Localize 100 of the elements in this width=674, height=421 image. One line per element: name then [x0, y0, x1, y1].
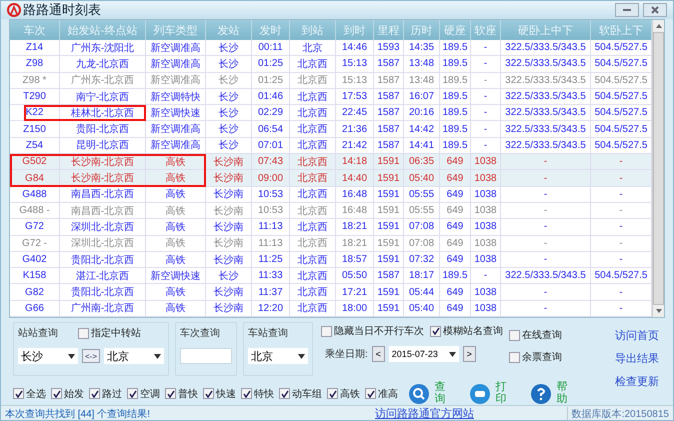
- table-cell: G72 -: [10, 236, 60, 251]
- checkbox-label[interactable]: 准高: [378, 386, 398, 401]
- checkbox[interactable]: [321, 326, 332, 337]
- table-cell: 05:40: [404, 300, 440, 316]
- checkbox-label[interactable]: 动车组: [292, 386, 322, 401]
- table-row[interactable]: Z14 广州东-沈阳北 新空调准高 长沙 00:11 北京 14:46 1593 14:35 189.5 - 322.5/333.5/343.5 504.5/527.5: [10, 40, 652, 56]
- table-cell: 322.5/333.5/343.5: [501, 88, 591, 104]
- table-cell: 189.5: [440, 40, 471, 56]
- table-cell: Z14: [10, 40, 60, 56]
- train-number-field[interactable]: [180, 348, 232, 364]
- checkbox-label[interactable]: 快速: [216, 386, 236, 401]
- from-station-select[interactable]: 长沙: [18, 348, 78, 364]
- table-cell: 649: [440, 284, 471, 300]
- table-row[interactable]: G402 贵阳北-北京西 高铁 长沙南 11:25 北京西 18:57 1591 07:32 649 1038 - -: [10, 252, 652, 268]
- checkbox-label[interactable]: 特快: [254, 386, 274, 401]
- table-cell: Z54: [10, 138, 60, 154]
- scroll-up-icon[interactable]: [654, 23, 662, 29]
- table-cell: 长沙: [206, 138, 252, 154]
- checkbox-label[interactable]: 空调: [140, 386, 160, 401]
- checkmark-icon: [128, 390, 136, 398]
- table-row[interactable]: G488 南昌西-北京西 高铁 长沙南 10:53 北京西 16:48 1591 05:55 649 1038 - -: [10, 186, 652, 203]
- checkbox-label[interactable]: 全选: [26, 386, 46, 401]
- scroll-down-icon[interactable]: [654, 308, 662, 314]
- checkbox[interactable]: [89, 388, 100, 400]
- checkbox[interactable]: [509, 330, 520, 341]
- checkbox[interactable]: [241, 388, 252, 400]
- table-cell: 新空调准高: [146, 72, 206, 88]
- table-cell: 长沙: [206, 72, 252, 88]
- checkbox[interactable]: [365, 388, 376, 400]
- scrollbar[interactable]: [652, 20, 664, 318]
- table-cell: 长沙南: [206, 202, 252, 218]
- link[interactable]: 检查更新: [615, 374, 659, 390]
- table-cell: 322.5/333.5/343.5: [501, 72, 591, 88]
- table-cell: 长沙: [206, 56, 252, 72]
- table-cell: 广州东-沈阳北: [60, 40, 146, 56]
- table-row[interactable]: T290 南宁-北京西 新空调特快 长沙 01:46 北京西 17:53 1587 16:07 189.5 - 322.5/333.5/343.5 504.5/527.5: [10, 88, 652, 106]
- minimize-button[interactable]: [615, 3, 639, 17]
- date-picker[interactable]: 2015-07-23: [388, 346, 459, 362]
- table-cell: -: [471, 72, 501, 88]
- close-button[interactable]: [643, 3, 667, 17]
- checkbox[interactable]: [279, 388, 290, 400]
- checkbox-label[interactable]: 在线查询: [522, 328, 562, 342]
- table-cell: -: [501, 236, 591, 251]
- search-icon[interactable]: [408, 382, 430, 405]
- table-cell: 14:42: [404, 121, 440, 137]
- table-row[interactable]: K158 湛江-北京西 新空调快速 长沙 11:33 北京西 05:50 1587 18:17 189.5 - 322.5/333.5/343.5 504.5/527.5: [10, 268, 652, 284]
- previous-day-button[interactable]: <: [372, 346, 385, 362]
- checkmark-icon: [280, 390, 288, 398]
- link[interactable]: 访问首页: [615, 328, 659, 344]
- to-station-select[interactable]: 北京: [104, 348, 164, 364]
- checkbox-label[interactable]: 路过: [102, 386, 122, 401]
- table-row[interactable]: G502 长沙南-北京西 高铁 长沙南 07:43 北京西 14:18 1591 06:35 649 1038 - -: [10, 154, 652, 170]
- table-cell: 649: [440, 236, 471, 251]
- checkbox[interactable]: [430, 326, 442, 337]
- table-cell: 长沙: [206, 121, 252, 137]
- table-cell: 高铁: [146, 170, 206, 186]
- website-link[interactable]: 访问路路通官方网站: [375, 406, 567, 420]
- table-row[interactable]: K22 桂林北-北京西 新空调快速 长沙 02:29 北京西 22:45 1587 20:16 189.5 - 322.5/333.5/343.5 504.5/527.5: [10, 105, 652, 122]
- checkbox-label[interactable]: 指定中转站: [91, 326, 141, 340]
- checkbox-label[interactable]: 模糊站名查询: [443, 324, 504, 338]
- checkbox-label[interactable]: 余票查询: [522, 350, 562, 364]
- table-row[interactable]: Z98 九龙-北京西 新空调准高 长沙 01:25 北京西 15:13 1587 13:48 189.5 - 322.5/333.5/343.5 504.5/527.5: [10, 56, 652, 73]
- checkbox[interactable]: [51, 388, 62, 400]
- table-row[interactable]: Z150 贵阳-北京西 新空调准高 长沙 06:54 北京西 21:36 1587 14:42 189.5 - 322.5/333.5/343.5 504.5/527.5: [10, 121, 652, 138]
- table-cell: 1591: [374, 284, 404, 300]
- station-select[interactable]: 北京: [248, 348, 308, 364]
- help-icon[interactable]: [530, 382, 552, 405]
- link[interactable]: 导出结果: [615, 351, 659, 366]
- checkbox-label[interactable]: 普快: [178, 386, 198, 401]
- table-cell: 13:48: [404, 56, 440, 72]
- checkbox[interactable]: [13, 388, 24, 400]
- checkbox[interactable]: [78, 328, 89, 339]
- table-cell: 1038: [471, 236, 501, 251]
- table-cell: 189.5: [440, 72, 471, 88]
- table-cell: 01:46: [252, 88, 290, 104]
- table-cell: 贵阳-北京西: [60, 121, 146, 137]
- table-cell: 广州南-北京西: [60, 300, 146, 316]
- checkbox[interactable]: [203, 388, 214, 400]
- table-cell: 长沙南-北京西: [60, 170, 146, 186]
- table-row[interactable]: G66 广州南-北京西 高铁 长沙南 12:20 北京西 18:00 1591 05:40 649 1038 - -: [10, 300, 652, 318]
- checkbox[interactable]: [509, 352, 520, 363]
- table-row[interactable]: G82 贵阳北-北京西 高铁 长沙南 11:37 北京西 17:21 1591 05:44 649 1038 - -: [10, 284, 652, 301]
- table-cell: 长沙南: [206, 252, 252, 268]
- checkbox-label[interactable]: 始发: [64, 386, 84, 401]
- checkbox[interactable]: [127, 388, 138, 400]
- checkbox-label[interactable]: 高铁: [340, 386, 360, 401]
- table-cell: 07:01: [252, 138, 290, 154]
- checkbox-label[interactable]: 隐藏当日不开行车次: [334, 324, 424, 338]
- table-row[interactable]: G84 长沙南-北京西 高铁 长沙南 09:00 北京西 14:40 1591 05:40 649 1038 - -: [10, 170, 652, 187]
- table-row[interactable]: G72 深圳北-北京西 高铁 长沙南 11:13 北京西 18:21 1591 07:08 649 1038 - -: [10, 219, 652, 236]
- table-cell: 322.5/333.5/343.5: [501, 56, 591, 72]
- table-cell: 05:50: [336, 268, 374, 284]
- table-cell: 16:48: [336, 202, 374, 218]
- checkbox[interactable]: [165, 388, 176, 400]
- swap-button[interactable]: <->: [82, 349, 100, 364]
- checkbox[interactable]: [327, 388, 338, 400]
- table-cell: 649: [440, 202, 471, 218]
- table-cell: 贵阳北-北京西: [60, 252, 146, 268]
- next-day-button[interactable]: >: [462, 346, 476, 362]
- table-cell: 18:17: [404, 268, 440, 284]
